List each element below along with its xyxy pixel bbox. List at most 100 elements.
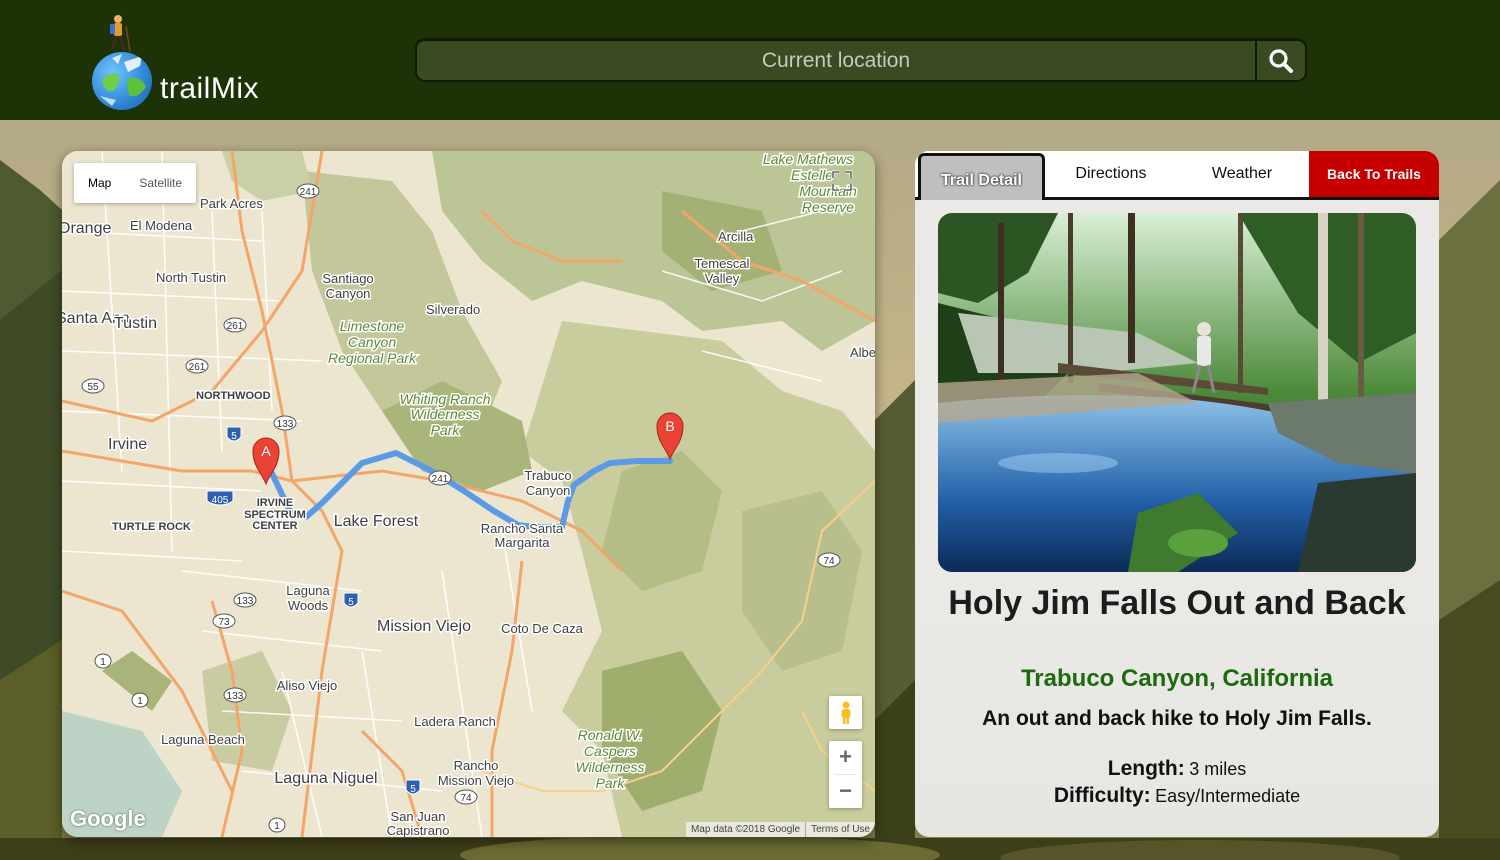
logo-text: trailMix [160,72,259,105]
app-header: trailMix [0,0,1500,120]
map-type-control: Map Satellite [74,163,197,203]
search-icon [1269,48,1293,73]
globe-icon [92,52,152,110]
map-label: Orange [62,220,111,237]
highway-shield: 261 [185,358,209,374]
map-data-credit: Map data ©2018 Google [690,824,801,835]
tab-weather[interactable]: Weather [1177,151,1307,197]
map-type-satellite[interactable]: Satellite [125,163,196,203]
map-label: NORTHWOOD [196,390,271,402]
highway-shield: 55 [81,378,105,394]
map-label: Reserve [802,199,854,215]
fullscreen-button[interactable] [822,161,862,201]
map-label: Valley [705,271,740,286]
highway-shield: 74 [817,552,841,568]
map-type-map[interactable]: Map [74,163,125,203]
location-search-input[interactable] [417,41,1255,80]
highway-shield: 133 [233,592,257,608]
highway-shield-number: 1 [274,821,280,832]
map-label: Mission Viejo [377,618,471,635]
route-map[interactable]: A B Lake MathewsEstelleMountainReserveOr… [62,151,875,837]
map-label: TURTLE ROCK [112,521,191,533]
map-label: San Juan [391,809,446,824]
length-value: 3 miles [1189,759,1247,779]
zoom-out-button[interactable]: − [829,775,862,808]
highway-shield: 133 [223,687,247,703]
highway-shield-number: 261 [227,321,244,332]
marker-end-label: B [665,418,674,434]
map-credits: Map data ©2018 Google Terms of Use [685,822,875,837]
trail-summary: An out and back hike to Holy Jim Falls. [982,707,1372,730]
difficulty-label: Difficulty: [1053,784,1151,807]
map-label: Lake Forest [334,513,419,530]
difficulty-value: Easy/Intermediate [1155,786,1301,806]
map-label: North Tustin [156,270,226,285]
map-label: Aliso Viejo [277,678,337,693]
highway-shield-number: 5 [348,597,354,608]
map-label: Woods [288,598,329,613]
map-label: Laguna [286,583,330,598]
trail-length: Length: 3 miles [935,757,1419,781]
map-label: Laguna Niguel [274,770,377,787]
highway-shield-number: 133 [227,691,244,702]
trailmix-logo[interactable]: trailMix [90,14,290,114]
map-label: Canyon [348,334,396,350]
map-label: Regional Park [328,350,417,366]
street-view-pegman[interactable] [829,696,862,729]
map-label: Trabuco [524,468,571,483]
map-label: Mission Viejo [438,773,514,788]
highway-shield: 1 [94,653,112,669]
search-button[interactable] [1255,41,1305,80]
map-label: Park Acres [200,196,263,211]
highway-shield-number: 1 [100,657,106,668]
highway-shield: 241 [428,470,452,486]
highway-shield-number: 241 [432,474,449,485]
map-label: Ronald W. [578,727,643,743]
map-label: Irvine [108,436,147,453]
map-label: Arcilla [718,229,754,244]
google-logo: Google [70,806,146,831]
highway-shield-number: 261 [189,362,206,373]
trail-name: Holy Jim Falls Out and Back [948,584,1406,622]
length-label: Length: [1107,757,1185,780]
trail-location: Trabuco Canyon, California [1020,665,1334,692]
pegman-icon [841,701,850,724]
highway-shield-number: 1 [137,696,143,707]
highway-shield: 74 [454,789,478,805]
map-panel[interactable]: A B Lake Mathews Estelle Mountain Reserve Or… [62,151,875,837]
map-label: Temescal [695,256,750,271]
highway-shield: 1 [131,692,149,708]
map-label: Santiago [322,271,373,286]
zoom-control: + − [829,741,862,808]
map-label: El Modena [130,218,193,233]
terms-of-use-link[interactable]: Terms of Use [805,822,875,837]
highway-shield-number: 55 [87,382,99,393]
detail-tabs: Trail Detail Directions Weather Back To … [915,151,1439,200]
map-label: Margarita [495,535,551,550]
tab-directions[interactable]: Directions [1045,151,1177,197]
location-search [415,38,1307,82]
hiker-icon [110,15,131,53]
zoom-in-button[interactable]: + [829,741,862,774]
highway-shield-number: 405 [212,495,229,506]
trail-difficulty: Difficulty: Easy/Intermediate [935,784,1419,808]
map-label: IRVINE [257,497,293,509]
map-label: Caspers [584,743,636,759]
map-label: Laguna Beach [161,732,245,747]
highway-shield-number: 5 [231,431,237,442]
highway-shield-number: 5 [410,784,416,795]
map-label: Capistrano [387,823,450,837]
back-to-trails-button[interactable]: Back To Trails [1309,151,1439,197]
map-label: Park [596,775,626,791]
trail-photo [938,213,1416,572]
map-label: Limestone [340,318,405,334]
map-label: CENTER [252,520,297,532]
highway-shield-number: 74 [823,556,835,567]
highway-shield: 241 [296,183,320,199]
trail-detail-panel: Trail Detail Directions Weather Back To … [915,151,1439,837]
tab-trail-detail[interactable]: Trail Detail [918,153,1045,200]
map-label: Ladera Ranch [414,714,496,729]
highway-shield: 133 [273,415,297,431]
highway-shield: 261 [223,317,247,333]
map-label: Park [431,422,461,438]
